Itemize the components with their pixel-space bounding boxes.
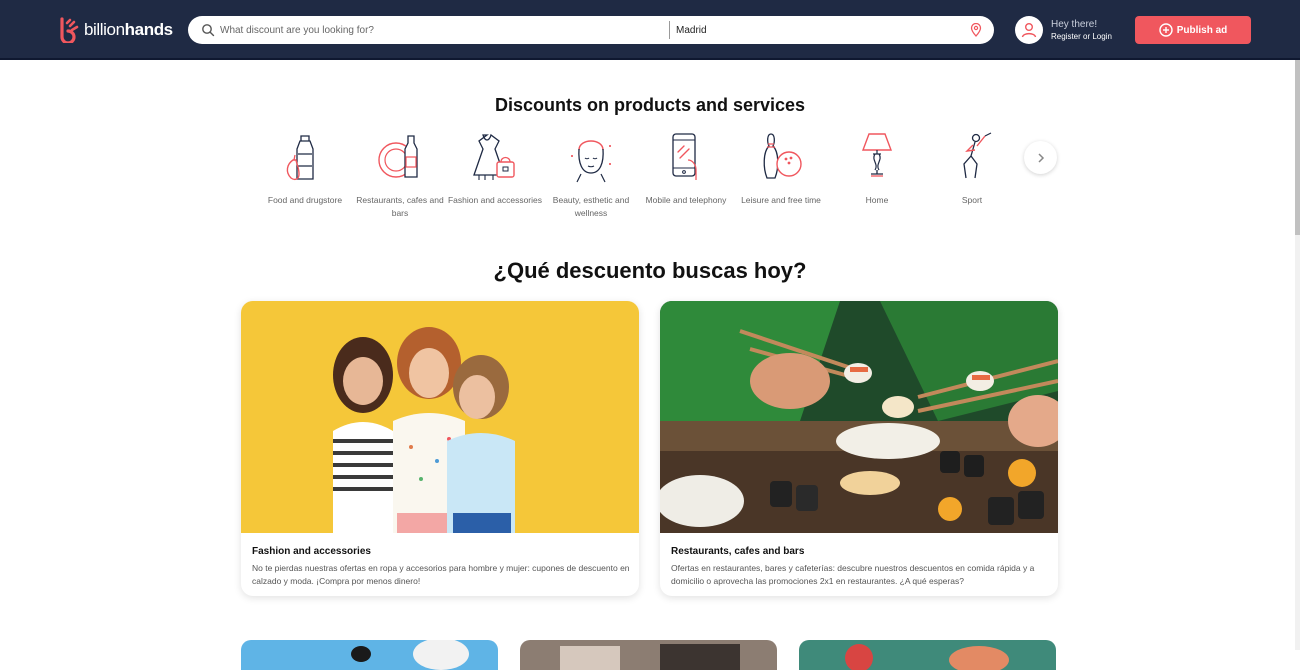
- dress-bag-icon: [473, 133, 515, 180]
- user-menu[interactable]: Hey there! Register or Login: [1015, 16, 1112, 44]
- category-label: Beauty, esthetic and wellness: [552, 195, 630, 218]
- card-restaurants[interactable]: Restaurants, cafes and bars Ofertas en r…: [660, 301, 1058, 596]
- fashion-image[interactable]: [241, 301, 639, 533]
- category-label: Fashion and accessories: [447, 195, 543, 205]
- category-fashion[interactable]: Fashion and accessories: [447, 130, 543, 207]
- category-leisure[interactable]: Leisure and free time: [733, 130, 829, 207]
- hand-logo-icon: [60, 17, 79, 43]
- category-mobile[interactable]: Mobile and telephony: [638, 130, 734, 207]
- publish-ad-label: Publish ad: [1176, 24, 1228, 36]
- category-label: Home: [865, 195, 889, 205]
- brand-name: billionhands: [84, 20, 173, 40]
- face-mask-icon: [571, 140, 611, 183]
- golf-icon: [963, 132, 992, 179]
- products-section-title: Discounts on products and services: [494, 95, 806, 115]
- category-label: Mobile and telephony: [645, 195, 727, 205]
- bottle-pear-icon: [286, 135, 314, 181]
- brand-name-light: billion: [84, 20, 125, 39]
- fashion-photo-illustration: [241, 301, 639, 533]
- categories-next-button[interactable]: [1024, 141, 1057, 174]
- top-navigation-bar: billionhands Hey there! Register or Logi…: [0, 0, 1300, 60]
- avatar[interactable]: [1015, 16, 1043, 44]
- card-peek-image: [560, 644, 740, 670]
- plus-circle-icon: [1159, 23, 1173, 37]
- category-restaurants[interactable]: Restaurants, cafes and bars: [352, 130, 448, 220]
- category-food[interactable]: Food and drugstore: [257, 130, 353, 207]
- sushi-photo-illustration: [660, 301, 1058, 533]
- search-bar: [188, 16, 994, 44]
- publish-ad-button[interactable]: Publish ad: [1135, 16, 1251, 44]
- category-label: Restaurants, cafes and bars: [356, 195, 444, 218]
- card-peek-2[interactable]: [520, 640, 777, 670]
- greeting-text: Hey there!: [1051, 18, 1098, 30]
- brand-logo[interactable]: billionhands: [57, 16, 173, 44]
- category-label: Leisure and free time: [741, 195, 821, 205]
- card-peek-1[interactable]: [241, 640, 498, 670]
- discount-search-title: ¿Qué descuento buscas hoy?: [493, 258, 807, 283]
- search-icon: [202, 24, 215, 37]
- chevron-right-icon: [1037, 152, 1044, 163]
- lamp-icon: [861, 133, 893, 177]
- search-divider: [669, 21, 670, 39]
- card-title[interactable]: Restaurants, cafes and bars: [671, 546, 804, 557]
- category-label: Sport: [961, 195, 983, 205]
- card-peek-3[interactable]: [799, 640, 1056, 670]
- page-scrollbar[interactable]: [1295, 60, 1300, 650]
- card-peek-image: [845, 644, 1009, 670]
- category-home[interactable]: Home: [829, 130, 925, 207]
- card-description: No te pierdas nuestras ofertas en ropa y…: [252, 563, 630, 586]
- user-text: Hey there! Register or Login: [1051, 18, 1112, 43]
- search-input[interactable]: [220, 21, 650, 39]
- user-icon: [1021, 23, 1037, 38]
- scrollbar-thumb[interactable]: [1295, 60, 1300, 235]
- card-peek-image: [351, 640, 469, 670]
- category-sport[interactable]: Sport: [924, 130, 1020, 207]
- card-description: Ofertas en restaurantes, bares y cafeter…: [671, 563, 1035, 586]
- card-fashion[interactable]: Fashion and accessories No te pierdas nu…: [241, 301, 639, 596]
- brand-name-bold: hands: [124, 20, 173, 39]
- category-beauty[interactable]: Beauty, esthetic and wellness: [543, 130, 639, 220]
- location-pin-icon[interactable]: [970, 23, 982, 37]
- bowling-icon: [763, 133, 802, 179]
- restaurants-image[interactable]: [660, 301, 1058, 533]
- smartphone-icon: [672, 133, 697, 180]
- plate-wine-icon: [378, 135, 418, 178]
- location-input[interactable]: [676, 21, 966, 39]
- card-title[interactable]: Fashion and accessories: [252, 546, 371, 557]
- category-label: Food and drugstore: [267, 195, 343, 205]
- register-login-link[interactable]: Register or Login: [1051, 31, 1112, 43]
